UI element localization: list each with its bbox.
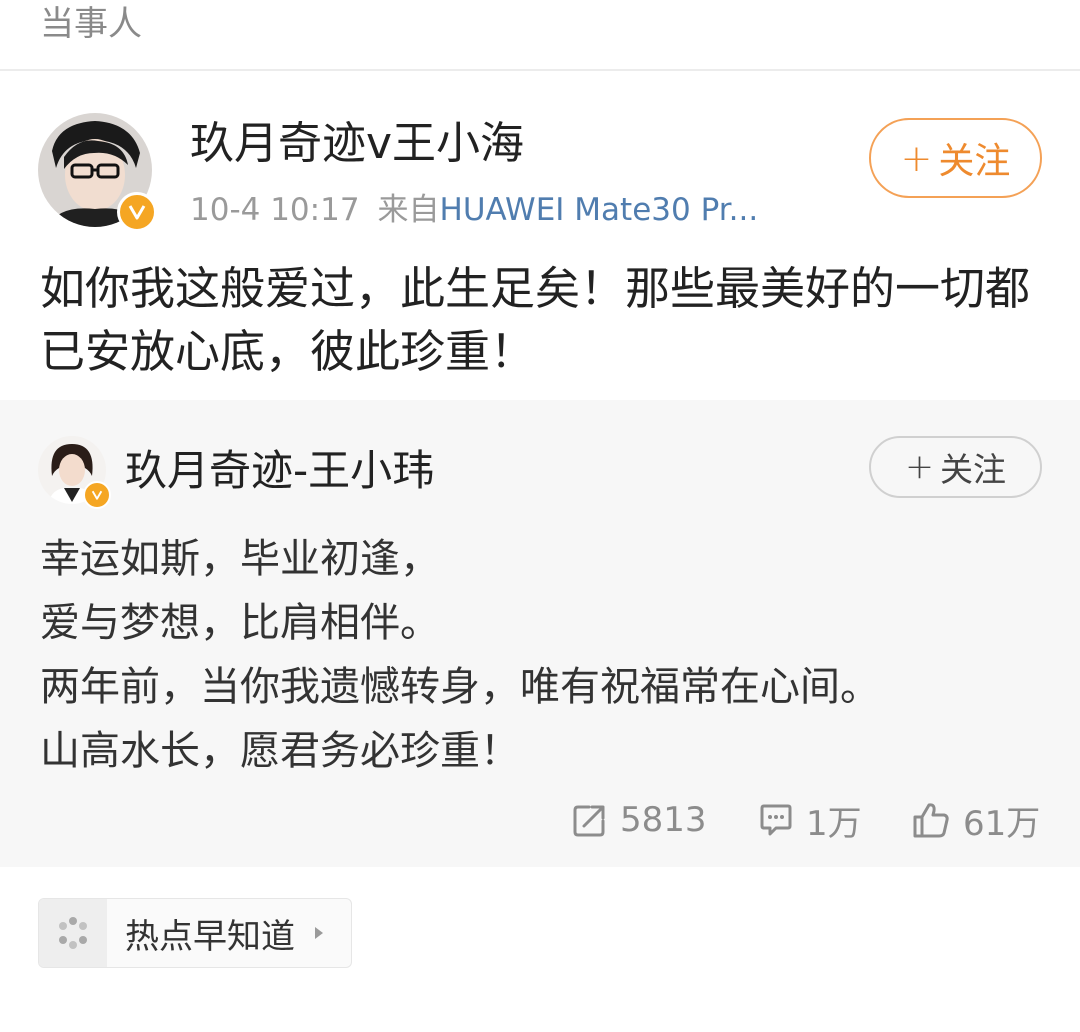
retweet-line: 两年前，当你我遗憾转身，唯有祝福常在心间。 — [40, 664, 880, 710]
section-title: 当事人 — [40, 4, 142, 44]
retweet-text: 幸运如斯，毕业初逢， 爱与梦想，比肩相伴。 两年前，当你我遗憾转身，唯有祝福常在… — [40, 527, 1040, 783]
post-text: 如你我这般爱过，此生足矣！那些最美好的一切都已安放心底，彼此珍重！ — [40, 262, 1031, 378]
repost-icon — [573, 805, 605, 837]
follow-label: 关注 — [938, 141, 1011, 182]
plus-icon: + — [900, 136, 933, 180]
post-source-prefix: 来自 — [377, 192, 440, 228]
plus-icon: + — [904, 447, 935, 487]
comment-icon — [760, 804, 792, 836]
verified-badge-icon — [117, 192, 157, 232]
like-icon — [913, 803, 949, 838]
retweet-line: 幸运如斯，毕业初逢， — [40, 536, 440, 582]
retweet-author-name[interactable]: 玖月奇迹-王小玮 — [125, 445, 434, 497]
follow-label: 关注 — [940, 450, 1007, 489]
verified-badge-icon — [83, 481, 111, 509]
author-name[interactable]: 玖月奇迹v王小海 — [190, 118, 524, 170]
post-time: 10-4 10:17 — [190, 192, 360, 228]
comment-count: 1万 — [806, 803, 862, 844]
post-device-link[interactable]: HUAWEI Mate30 Pr... — [440, 192, 759, 228]
retweet-line: 爱与梦想，比肩相伴。 — [40, 600, 440, 646]
repost-button[interactable]: 5813 — [572, 797, 707, 843]
topic-chip[interactable]: 热点早知道 — [38, 898, 352, 968]
retweet-follow-button[interactable]: + 关注 — [869, 436, 1042, 498]
like-button[interactable]: 61万 — [911, 797, 1041, 844]
post-meta: 10-4 10:17 来自HUAWEI Mate30 Pr... — [190, 190, 758, 230]
like-count: 61万 — [963, 803, 1041, 844]
comment-button[interactable]: 1万 — [758, 797, 862, 844]
follow-button[interactable]: + 关注 — [869, 118, 1042, 198]
topic-label: 热点早知道 — [125, 916, 295, 957]
retweet-line: 山高水长，愿君务必珍重！ — [40, 728, 520, 774]
topic-dots-icon — [39, 899, 107, 967]
repost-count: 5813 — [620, 800, 707, 840]
divider — [0, 69, 1080, 71]
triangle-right-icon — [313, 925, 325, 941]
